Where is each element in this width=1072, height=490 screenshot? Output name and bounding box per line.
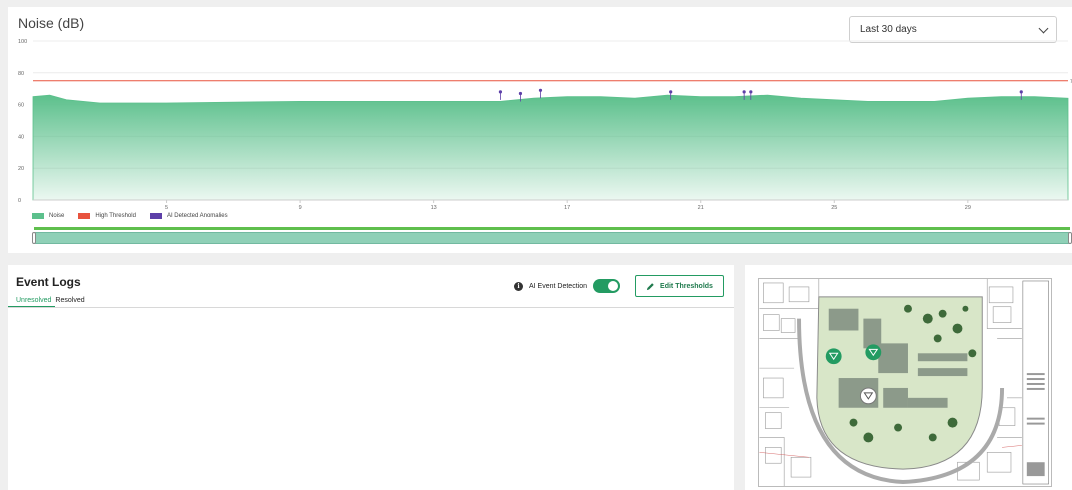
- noise-series-area: [32, 94, 1069, 201]
- legend-item-anomalies[interactable]: AI Detected Anomalies: [149, 213, 228, 219]
- noise-plot[interactable]: 02040608010075 9 13 17 21 25 29: [8, 7, 1072, 227]
- toggle-knob: [607, 281, 618, 291]
- y-tick-label: 80: [18, 71, 24, 77]
- noise-chart-card: Noise (dB) Last 30 days 0 20 40 60 80 100 7 5 9 1…: [8, 7, 1072, 253]
- legend-item-noise[interactable]: Noise: [32, 213, 64, 219]
- edit-thresholds-label: Edit Thresholds: [660, 282, 713, 290]
- site-plan-image[interactable]: [758, 278, 1052, 487]
- legend-label-noise: Noise: [49, 213, 65, 219]
- site-map-card: [745, 265, 1072, 490]
- anomaly-point: [749, 90, 753, 94]
- x-tick-label: 13: [431, 205, 437, 211]
- x-tick-label: 5: [165, 205, 168, 211]
- y-tick-label: 0: [18, 198, 21, 204]
- tab-resolved[interactable]: Resolved: [55, 296, 88, 307]
- y-tick-label: 20: [18, 166, 24, 172]
- anomaly-point: [518, 91, 523, 96]
- x-tick-label: 9: [299, 205, 302, 211]
- x-tick-label: 21: [698, 205, 704, 211]
- sensor-pin-icon[interactable]: [859, 387, 877, 405]
- legend-swatch-anomalies: [149, 213, 162, 219]
- anomaly-point: [669, 90, 673, 94]
- x-tick-label: 29: [965, 205, 971, 211]
- range-navigator[interactable]: [32, 227, 1072, 245]
- legend-swatch-threshold: [78, 213, 91, 219]
- anomaly-point: [538, 88, 543, 92]
- ai-event-detection: i AI Event Detection: [514, 279, 620, 293]
- navigator-series-line: [34, 227, 1070, 230]
- legend-item-threshold[interactable]: High Threshold: [78, 213, 136, 219]
- event-logs-title: Event Logs: [16, 275, 81, 289]
- sensor-pin-icon[interactable]: [865, 344, 882, 361]
- edit-thresholds-button[interactable]: Edit Thresholds: [635, 275, 724, 297]
- legend-label-threshold: High Threshold: [95, 213, 136, 219]
- tab-unresolved[interactable]: Unresolved: [8, 296, 56, 307]
- info-icon[interactable]: i: [514, 281, 523, 291]
- anomaly-point: [1019, 90, 1023, 94]
- legend-label-anomalies: AI Detected Anomalies: [166, 213, 228, 219]
- ai-event-detection-label: AI Event Detection: [529, 282, 587, 290]
- navigator-left-handle[interactable]: [32, 232, 36, 244]
- sensor-pin-icon[interactable]: [825, 348, 842, 365]
- ai-event-detection-toggle[interactable]: [592, 279, 620, 293]
- event-log-tabs: Unresolved Resolved: [8, 296, 734, 308]
- y-tick-label: 60: [18, 103, 24, 109]
- y-tick-label: 40: [18, 134, 24, 140]
- anomaly-point: [742, 90, 746, 94]
- navigator-selection[interactable]: [34, 232, 1070, 244]
- y-tick-label: 100: [18, 39, 27, 45]
- navigator-right-handle[interactable]: [1068, 232, 1072, 244]
- x-tick-label: 17: [564, 205, 570, 211]
- legend-swatch-noise: [32, 213, 44, 219]
- pencil-icon: [646, 282, 654, 290]
- event-logs-card: Event Logs i AI Event Detection Edit Thr…: [8, 265, 734, 490]
- chart-legend: Noise High Threshold AI Detected Anomali…: [32, 213, 242, 219]
- anomaly-point: [498, 90, 503, 94]
- x-tick-label: 25: [831, 205, 837, 211]
